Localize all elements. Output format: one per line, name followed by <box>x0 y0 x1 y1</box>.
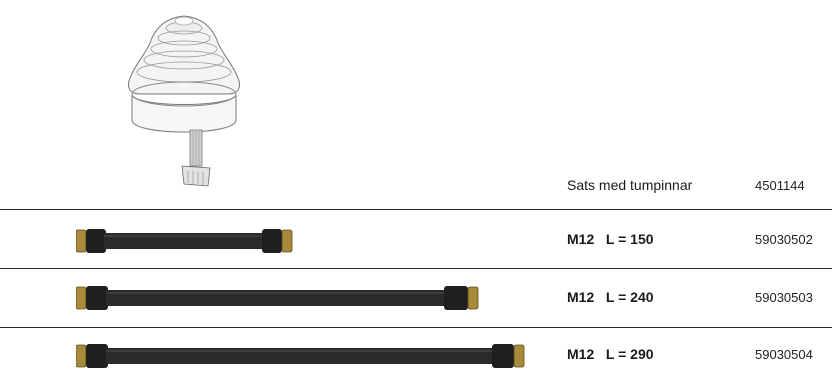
row-divider <box>0 268 832 269</box>
thread-size: M12 <box>567 289 595 305</box>
part-number: 4501144 <box>755 178 805 193</box>
thread-size: M12 <box>567 346 595 362</box>
hose-spec: M12 L = 150 <box>567 231 654 247</box>
hose-length: L = 240 <box>605 289 654 305</box>
hose-length: L = 150 <box>605 231 654 247</box>
flexible-hose-icon <box>75 342 526 370</box>
thread-size: M12 <box>567 231 595 247</box>
flexible-hose-icon <box>75 284 480 312</box>
joystick-handle-icon <box>118 8 253 188</box>
product-description: Sats med tumpinnar <box>567 177 693 193</box>
row-divider <box>0 209 832 210</box>
part-number: 59030502 <box>755 232 813 247</box>
flexible-hose-icon <box>75 227 294 255</box>
hose-length: L = 290 <box>605 346 654 362</box>
row-divider <box>0 327 832 328</box>
part-number: 59030504 <box>755 347 813 362</box>
part-number: 59030503 <box>755 290 813 305</box>
hose-spec: M12 L = 290 <box>567 346 654 362</box>
hose-spec: M12 L = 240 <box>567 289 654 305</box>
